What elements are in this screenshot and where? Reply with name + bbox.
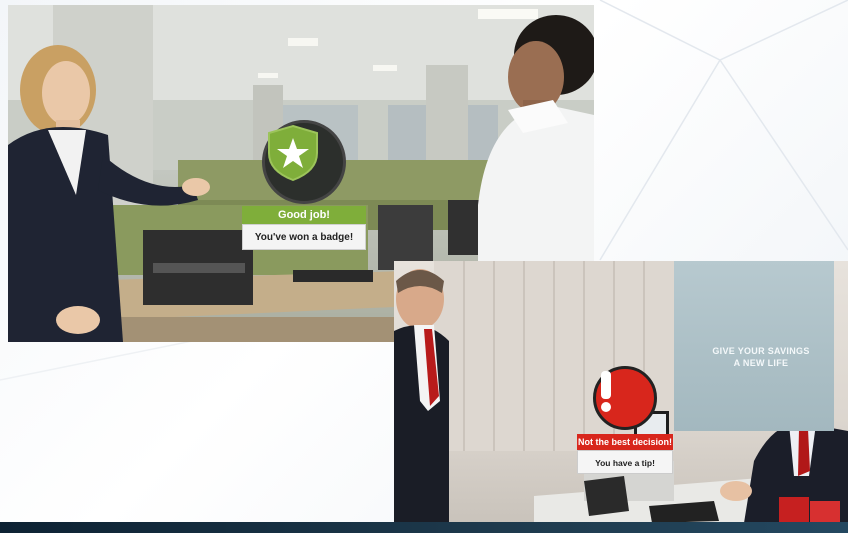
poster-line-2: A NEW LIFE <box>733 358 789 368</box>
poster-slogan: GIVE YOUR SAVINGS A NEW LIFE <box>696 345 826 369</box>
alert-medallion <box>593 366 657 430</box>
badge-popup-title: Good job! <box>242 206 366 224</box>
poster-line-1: GIVE YOUR SAVINGS <box>712 346 810 356</box>
badge-medallion <box>262 120 346 204</box>
tip-popup-message: You have a tip! <box>577 450 673 474</box>
exclamation-icon <box>601 371 611 412</box>
shield-star-icon <box>268 124 318 182</box>
tip-popup-title: Not the best decision! <box>577 434 673 450</box>
badge-popup-message: You've won a badge! <box>242 224 366 250</box>
scene-bank-tip: GIVE YOUR SAVINGS A NEW LIFE Not the bes… <box>394 261 848 523</box>
bottom-bar <box>0 522 848 533</box>
